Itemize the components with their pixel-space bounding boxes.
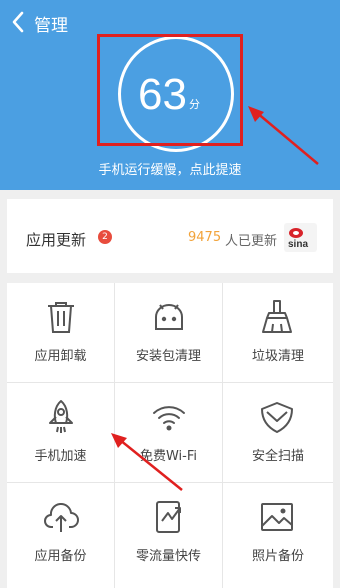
- tools-grid: 应用卸载 安装包清理 垃圾清理 手机加速 免费Wi-Fi 安全扫描 应用备份 零…: [7, 283, 333, 588]
- app-update-label: 应用更新: [26, 231, 87, 249]
- tool-label: 垃圾清理: [251, 349, 304, 364]
- trash-icon: [48, 302, 74, 333]
- tool-phone-speedup[interactable]: 手机加速: [7, 383, 115, 483]
- android-icon: [155, 304, 183, 330]
- annotation-box-score: [97, 34, 243, 146]
- update-count: 9475: [188, 230, 222, 245]
- tool-label: 应用卸载: [34, 349, 87, 364]
- tool-label: 零流量快传: [135, 549, 201, 564]
- shield-icon: [261, 402, 293, 433]
- tool-free-wifi[interactable]: 免费Wi-Fi: [115, 383, 223, 483]
- tool-label: 安装包清理: [135, 349, 201, 364]
- tool-security-scan[interactable]: 安全扫描: [223, 383, 333, 483]
- tool-label: 手机加速: [34, 449, 87, 464]
- tool-label: 免费Wi-Fi: [139, 449, 197, 464]
- sina-logo: sina: [284, 223, 317, 252]
- tool-zero-data-transfer[interactable]: 零流量快传: [115, 483, 223, 588]
- svg-text:sina: sina: [288, 239, 308, 250]
- update-count-text: 人已更新: [225, 234, 278, 249]
- tool-package-cleanup[interactable]: 安装包清理: [115, 283, 223, 383]
- tool-label: 应用备份: [34, 549, 87, 564]
- rocket-icon: [49, 400, 73, 433]
- tool-app-backup[interactable]: 应用备份: [7, 483, 115, 588]
- tool-app-uninstall[interactable]: 应用卸载: [7, 283, 115, 383]
- tool-label: 照片备份: [251, 549, 304, 564]
- tool-junk-cleanup[interactable]: 垃圾清理: [223, 283, 333, 383]
- update-badge: 2: [98, 230, 112, 244]
- tool-photo-backup[interactable]: 照片备份: [223, 483, 333, 588]
- wifi-icon: [153, 406, 185, 431]
- photo-icon: [261, 503, 293, 531]
- speed-up-prompt[interactable]: 手机运行缓慢，点此提速: [0, 159, 340, 178]
- broom-icon: [262, 300, 292, 333]
- back-arrow-icon[interactable]: [10, 10, 26, 34]
- cloud-upload-icon: [44, 503, 79, 532]
- transfer-icon: [156, 501, 181, 533]
- app-update-card[interactable]: 应用更新 2 9475 人已更新 sina: [7, 199, 333, 273]
- tool-label: 安全扫描: [251, 449, 304, 464]
- page-title: 管理: [34, 16, 68, 36]
